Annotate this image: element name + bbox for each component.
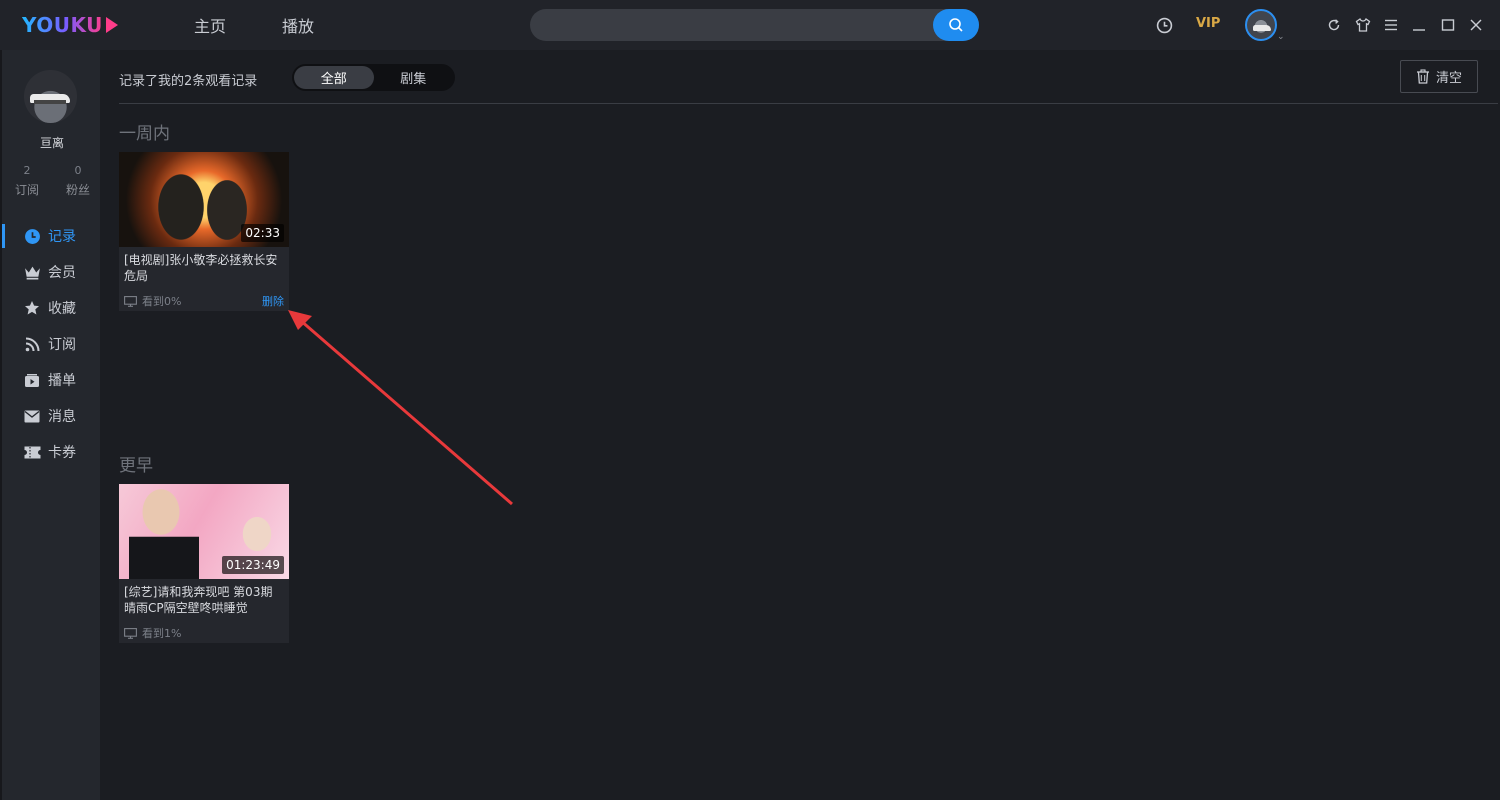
close-icon bbox=[1470, 19, 1482, 31]
header-divider bbox=[119, 103, 1498, 104]
mail-icon bbox=[23, 407, 41, 425]
watch-progress-label: 看到0% bbox=[142, 295, 182, 308]
subscriptions-label[interactable]: 订阅 bbox=[12, 181, 42, 198]
sidebar-item-label: 会员 bbox=[48, 265, 76, 281]
chevron-down-icon[interactable]: ⌄ bbox=[1277, 32, 1285, 42]
sidebar-item-coupons[interactable]: 卡券 bbox=[2, 438, 100, 466]
filter-series-button[interactable]: 剧集 bbox=[374, 66, 454, 89]
close-button[interactable] bbox=[1466, 15, 1486, 35]
sidebar-item-label: 播单 bbox=[48, 373, 76, 389]
sidebar-item-label: 收藏 bbox=[48, 301, 76, 317]
rss-icon bbox=[23, 335, 41, 353]
monitor-icon bbox=[124, 295, 137, 307]
history-item[interactable]: 01:23:49 [综艺]请和我奔现吧 第03期 晴雨CP隔空壁咚哄睡觉 看到1… bbox=[119, 484, 289, 643]
history-button[interactable] bbox=[1154, 15, 1174, 35]
search-button[interactable] bbox=[933, 9, 979, 41]
section-title-week: 一周内 bbox=[119, 124, 170, 144]
sidebar-item-label: 消息 bbox=[48, 409, 76, 425]
sidebar-item-label: 记录 bbox=[48, 229, 76, 245]
video-thumbnail[interactable]: 02:33 bbox=[119, 152, 289, 247]
minimize-button[interactable] bbox=[1409, 15, 1429, 35]
video-thumbnail[interactable]: 01:23:49 bbox=[119, 484, 289, 579]
profile-avatar[interactable] bbox=[24, 70, 77, 123]
section-title-earlier: 更早 bbox=[119, 456, 153, 476]
shirt-icon bbox=[1355, 18, 1371, 32]
watch-progress-label: 看到1% bbox=[142, 627, 182, 640]
search-input[interactable] bbox=[530, 9, 930, 41]
annotation-arrow bbox=[288, 310, 513, 506]
ticket-icon bbox=[23, 443, 41, 461]
logo-text: YOUKU bbox=[22, 13, 103, 37]
sidebar-item-subscriptions[interactable]: 订阅 bbox=[2, 330, 100, 358]
video-duration: 01:23:49 bbox=[222, 556, 284, 574]
history-filter: 全部 剧集 bbox=[292, 64, 455, 91]
sidebar-item-playlist[interactable]: 播单 bbox=[2, 366, 100, 394]
maximize-icon bbox=[1441, 19, 1455, 31]
clock-icon bbox=[23, 227, 41, 245]
trash-icon bbox=[1416, 69, 1430, 84]
skin-button[interactable] bbox=[1353, 15, 1373, 35]
maximize-button[interactable] bbox=[1438, 15, 1458, 35]
watch-progress: 看到1% bbox=[124, 625, 181, 641]
star-icon bbox=[23, 299, 41, 317]
clear-history-button[interactable]: 清空 bbox=[1400, 60, 1478, 93]
filter-all-button[interactable]: 全部 bbox=[294, 66, 374, 89]
watch-progress: 看到0% bbox=[124, 293, 181, 309]
subscriptions-count[interactable]: 2 bbox=[12, 164, 42, 177]
history-item[interactable]: 02:33 [电视剧]张小敬李必拯救长安危局 看到0% 删除 bbox=[119, 152, 289, 311]
nav-home[interactable]: 主页 bbox=[194, 13, 226, 37]
search-icon bbox=[949, 18, 963, 32]
sidebar-item-history[interactable]: 记录 bbox=[2, 222, 100, 250]
crown-icon bbox=[23, 263, 41, 281]
youku-logo[interactable]: YOUKU bbox=[22, 12, 118, 38]
menu-button[interactable] bbox=[1381, 15, 1401, 35]
nav-play[interactable]: 播放 bbox=[282, 13, 314, 37]
sidebar-item-label: 卡券 bbox=[48, 445, 76, 461]
sidebar-item-membership[interactable]: 会员 bbox=[2, 258, 100, 286]
fans-count[interactable]: 0 bbox=[63, 164, 93, 177]
vip-button[interactable]: VIP bbox=[1196, 16, 1220, 31]
history-summary: 记录了我的2条观看记录 bbox=[119, 74, 258, 89]
sidebar-item-messages[interactable]: 消息 bbox=[2, 402, 100, 430]
fans-label[interactable]: 粉丝 bbox=[63, 181, 93, 198]
clock-icon bbox=[1156, 17, 1172, 33]
video-duration: 02:33 bbox=[241, 224, 284, 242]
menu-icon bbox=[1385, 19, 1397, 31]
delete-item-button[interactable]: 删除 bbox=[262, 293, 284, 309]
sidebar-item-label: 订阅 bbox=[48, 337, 76, 353]
username[interactable]: 亘离 bbox=[2, 134, 102, 151]
refresh-icon bbox=[1328, 19, 1340, 31]
title-bar: YOUKU 主页 播放 VIP ⌄ bbox=[0, 0, 1500, 50]
playlist-icon bbox=[23, 371, 41, 389]
monitor-icon bbox=[124, 627, 137, 639]
logo-play-icon bbox=[105, 17, 118, 33]
minimize-icon bbox=[1413, 29, 1425, 31]
search-box bbox=[530, 9, 979, 41]
sidebar: 亘离 2 订阅 0 粉丝 记录 会员 收藏 订阅 播单 消息 卡券 bbox=[0, 50, 100, 800]
clear-history-label: 清空 bbox=[1435, 71, 1462, 86]
sidebar-item-favorites[interactable]: 收藏 bbox=[2, 294, 100, 322]
video-title[interactable]: [电视剧]张小敬李必拯救长安危局 bbox=[124, 252, 284, 284]
user-avatar[interactable] bbox=[1245, 9, 1277, 41]
video-title[interactable]: [综艺]请和我奔现吧 第03期 晴雨CP隔空壁咚哄睡觉 bbox=[124, 584, 284, 616]
refresh-button[interactable] bbox=[1324, 15, 1344, 35]
